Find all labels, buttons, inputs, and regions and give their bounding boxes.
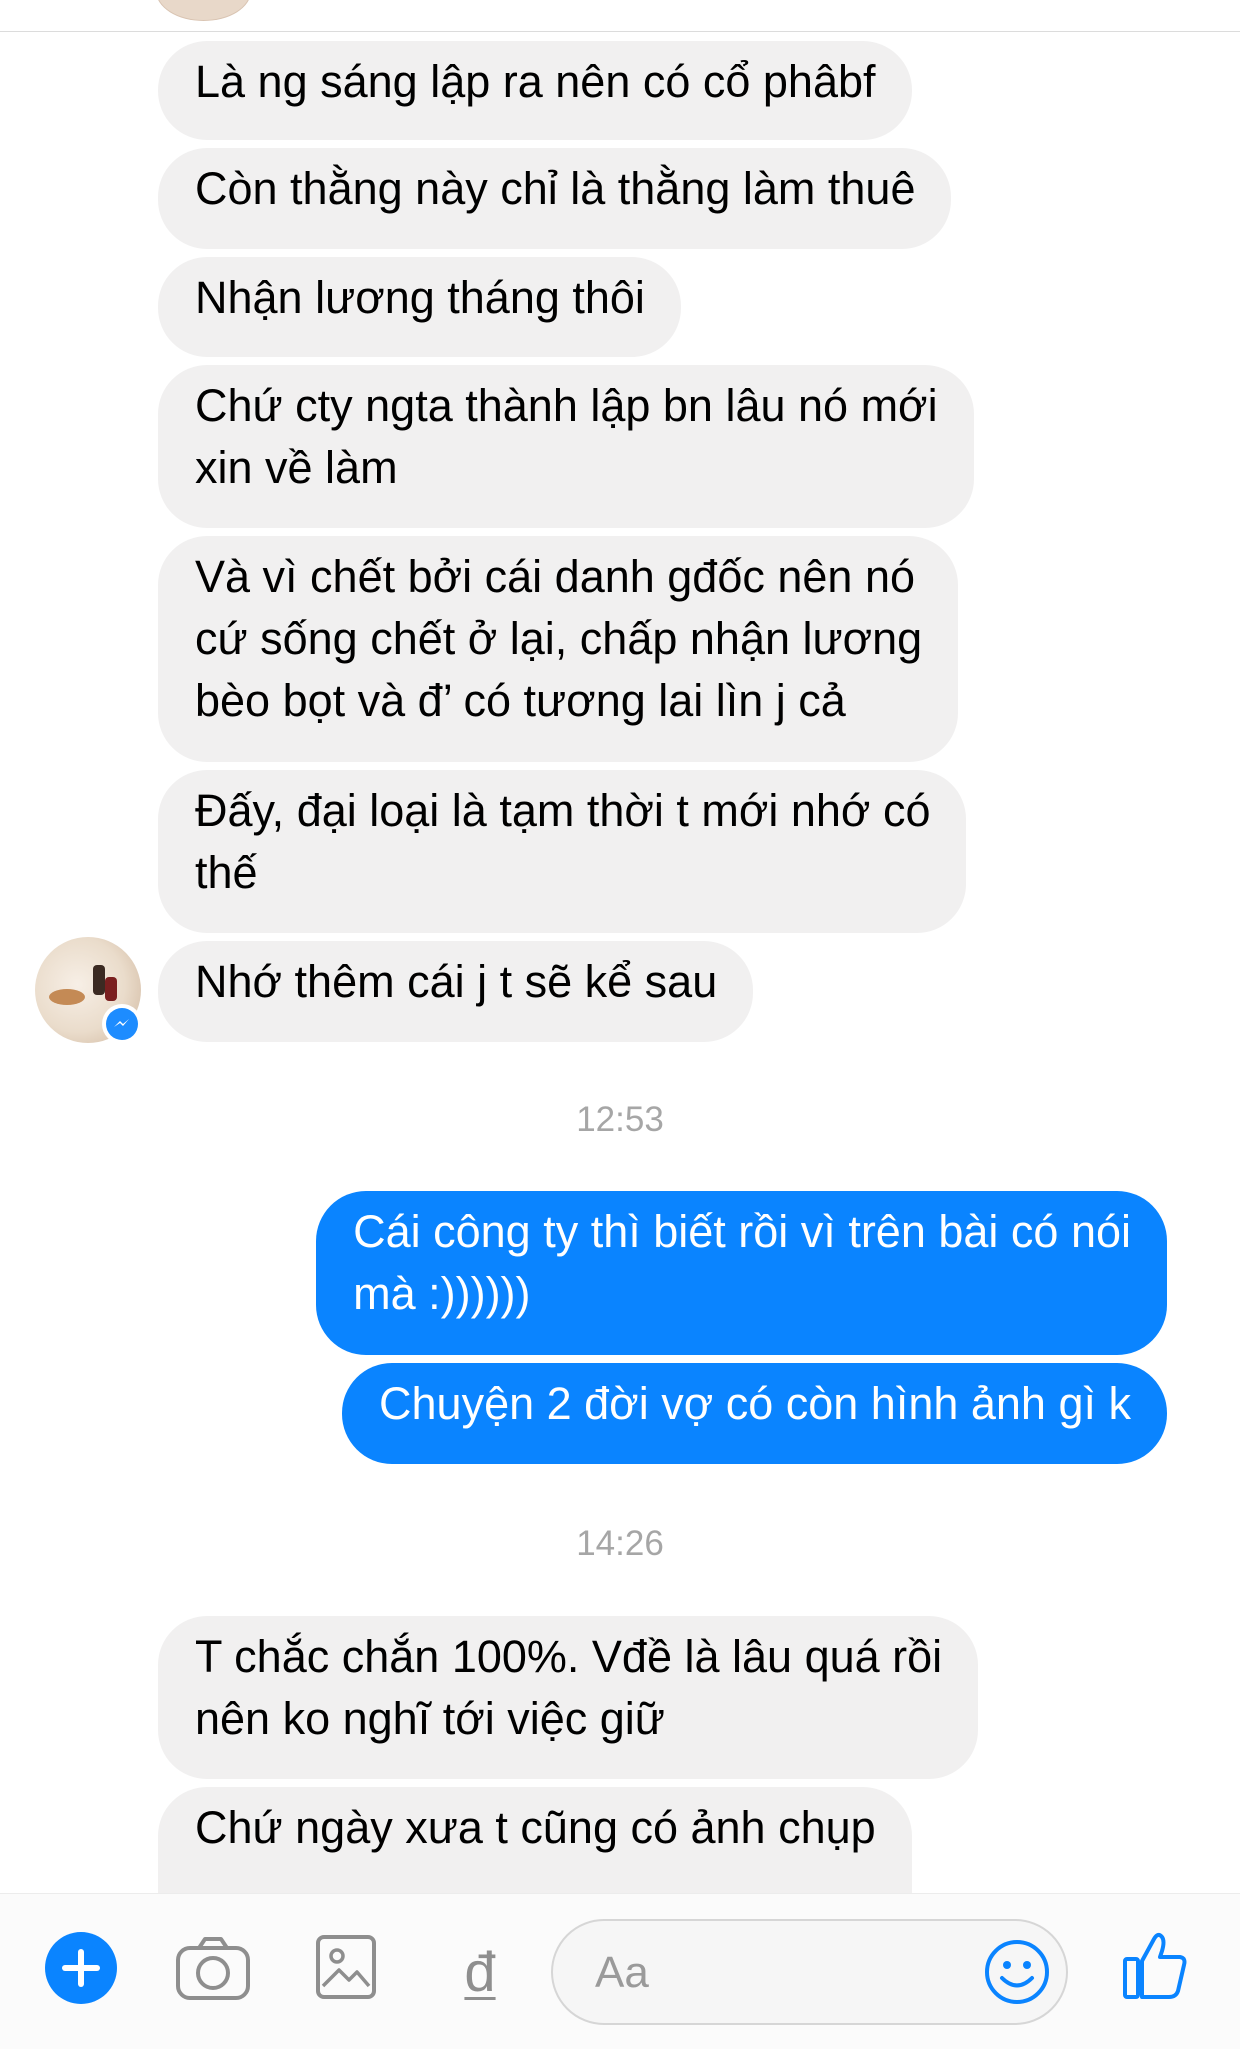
like-button[interactable] [1122,1929,1188,2001]
camera-icon [176,1937,250,2000]
composer-bar: đ [0,1893,1240,2049]
message-line: Đấy, đại loại là tạm thời t mới nhớ có [195,785,931,836]
message-line: cứ sống chết ở lại, chấp nhận lương [195,613,923,664]
outgoing-message[interactable]: Chuyện 2 đời vợ có còn hình ảnh gì k [342,1363,1167,1464]
incoming-message[interactable]: Đấy, đại loại là tạm thời t mới nhớ có t… [158,770,967,933]
incoming-message[interactable]: Còn thằng này chỉ là thằng làm thuê [158,148,952,249]
incoming-message[interactable]: Nhớ thêm cái j t sẽ kể sau [158,941,754,1042]
message-line: Cái công ty thì biết rồi vì trên bài có … [353,1206,1131,1257]
message-thread[interactable]: Là ng sáng lập ra nên có cổ phâbf Còn th… [0,0,1240,1893]
message-line: Và vì chết bởi cái danh gđốc nên nó [195,551,915,602]
message-line: Chứ cty ngta thành lập bn lâu nó mới [195,380,938,431]
incoming-message[interactable]: T chắc chắn 100%. Vđề là lâu quá rồi nên… [158,1616,979,1779]
camera-button[interactable] [175,1934,251,2002]
emoji-icon [985,1940,1049,2004]
gallery-button[interactable] [315,1934,377,2000]
incoming-message[interactable]: Và vì chết bởi cái danh gđốc nên nó cứ s… [158,536,959,762]
incoming-message[interactable]: Chứ cty ngta thành lập bn lâu nó mới xin… [158,365,974,528]
sender-avatar-partial [157,0,250,20]
message-line: bèo bọt và đ’ có tương lai lìn j cả [195,675,846,726]
thumbs-up-icon [1123,1932,1187,1999]
incoming-message[interactable]: Là ng sáng lập ra nên có cổ phâbf [158,41,912,140]
message-line: xin về làm [195,442,398,493]
messenger-badge-icon [102,1004,142,1044]
divider [0,31,1240,32]
d-stroke-icon: đ [464,1939,496,2003]
timestamp: 12:53 [576,1100,664,1139]
message-line: thế [195,847,258,898]
outgoing-message[interactable]: Cái công ty thì biết rồi vì trên bài có … [316,1191,1167,1355]
timestamp: 14:26 [576,1524,664,1563]
gallery-icon [316,1935,376,1999]
emoji-button[interactable] [983,1938,1051,2006]
message-line: nên ko nghĩ tới việc giữ [195,1693,665,1744]
d-stroke-button[interactable]: đ [455,1936,505,2006]
message-line: T chắc chắn 100%. Vđề là lâu quá rồi [195,1631,943,1682]
message-line: mà :)))))) [353,1268,531,1319]
incoming-message[interactable]: Nhận lương tháng thôi [158,257,681,357]
plus-icon [45,1932,117,2004]
plus-button[interactable] [44,1931,118,2005]
incoming-message[interactable]: Chứ ngày xưa t cũng có ảnh chụp [158,1787,912,1893]
message-input-container[interactable] [551,1919,1068,2025]
message-input[interactable] [593,1941,977,2005]
